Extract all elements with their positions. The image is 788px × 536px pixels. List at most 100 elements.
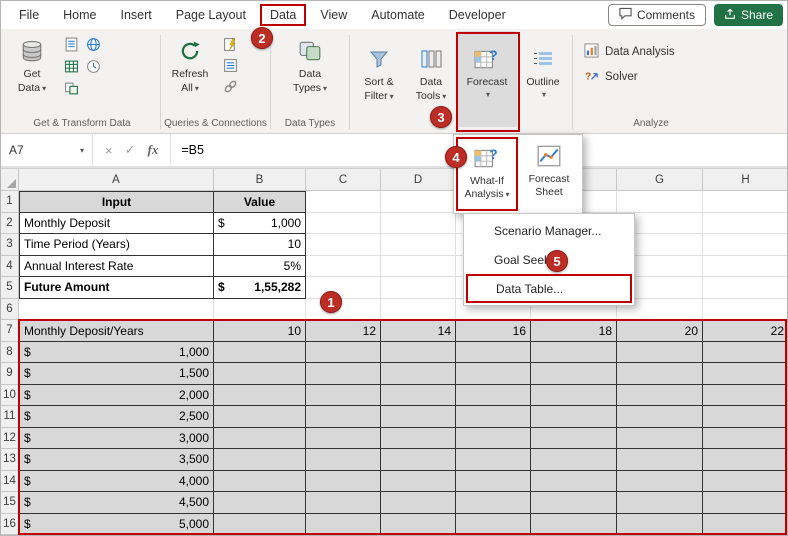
- cell-H4[interactable]: [703, 256, 788, 278]
- cell-D4[interactable]: [381, 256, 456, 278]
- cell-G7[interactable]: 20: [617, 320, 703, 342]
- cell-H13[interactable]: [703, 449, 788, 471]
- edit-links-button[interactable]: [220, 80, 240, 98]
- cell-D13[interactable]: [381, 449, 456, 471]
- share-button[interactable]: Share: [714, 4, 783, 26]
- cell-C15[interactable]: [306, 492, 381, 514]
- cell-D6[interactable]: [381, 299, 456, 321]
- row-header-15[interactable]: 15: [1, 492, 19, 514]
- cancel-icon[interactable]: ×: [105, 143, 113, 158]
- cell-H1[interactable]: [703, 191, 788, 213]
- cell-B12[interactable]: [214, 428, 306, 450]
- cell-B13[interactable]: [214, 449, 306, 471]
- cell-B1[interactable]: Value: [214, 191, 306, 213]
- cell-C5[interactable]: [306, 277, 381, 299]
- cell-E16[interactable]: [456, 514, 531, 536]
- cell-H2[interactable]: [703, 213, 788, 235]
- refresh-all-button[interactable]: Refresh All▾: [164, 33, 216, 95]
- cell-B6[interactable]: [214, 299, 306, 321]
- cell-G15[interactable]: [617, 492, 703, 514]
- enter-check-icon[interactable]: ✓: [125, 142, 136, 158]
- cell-D2[interactable]: [381, 213, 456, 235]
- cell-B15[interactable]: [214, 492, 306, 514]
- solver-button[interactable]: ? Solver: [584, 68, 675, 86]
- tab-automate[interactable]: Automate: [361, 4, 435, 26]
- cell-A10[interactable]: $2,000: [19, 385, 214, 407]
- cell-G8[interactable]: [617, 342, 703, 364]
- cell-A12[interactable]: $3,000: [19, 428, 214, 450]
- row-header-10[interactable]: 10: [1, 385, 19, 407]
- tab-insert[interactable]: Insert: [111, 4, 162, 26]
- cell-F16[interactable]: [531, 514, 617, 536]
- cell-H6[interactable]: [703, 299, 788, 321]
- cell-B11[interactable]: [214, 406, 306, 428]
- cell-D5[interactable]: [381, 277, 456, 299]
- cell-C6[interactable]: [306, 299, 381, 321]
- cell-D3[interactable]: [381, 234, 456, 256]
- cell-E15[interactable]: [456, 492, 531, 514]
- cell-E14[interactable]: [456, 471, 531, 493]
- cell-B14[interactable]: [214, 471, 306, 493]
- get-data-button[interactable]: Get Data▾: [7, 33, 57, 95]
- cell-H16[interactable]: [703, 514, 788, 536]
- column-header-A[interactable]: A: [19, 169, 214, 191]
- cell-A5[interactable]: Future Amount: [19, 277, 214, 299]
- select-all-corner[interactable]: [1, 169, 19, 191]
- column-header-D[interactable]: D: [381, 169, 456, 191]
- cell-E11[interactable]: [456, 406, 531, 428]
- cell-C2[interactable]: [306, 213, 381, 235]
- cell-G1[interactable]: [617, 191, 703, 213]
- cell-G10[interactable]: [617, 385, 703, 407]
- cell-H15[interactable]: [703, 492, 788, 514]
- menu-item-scenario-manager[interactable]: Scenario Manager...: [464, 216, 634, 245]
- cell-B16[interactable]: [214, 514, 306, 536]
- cell-H5[interactable]: [703, 277, 788, 299]
- cell-H12[interactable]: [703, 428, 788, 450]
- cell-C11[interactable]: [306, 406, 381, 428]
- cell-F10[interactable]: [531, 385, 617, 407]
- cell-E10[interactable]: [456, 385, 531, 407]
- cell-B5[interactable]: $1,55,282: [214, 277, 306, 299]
- sort-filter-button[interactable]: Sort & Filter▾: [353, 31, 405, 127]
- cell-D8[interactable]: [381, 342, 456, 364]
- cell-H8[interactable]: [703, 342, 788, 364]
- row-header-9[interactable]: 9: [1, 363, 19, 385]
- cell-A11[interactable]: $2,500: [19, 406, 214, 428]
- cell-C14[interactable]: [306, 471, 381, 493]
- cell-F7[interactable]: 18: [531, 320, 617, 342]
- cell-A15[interactable]: $4,500: [19, 492, 214, 514]
- cell-G11[interactable]: [617, 406, 703, 428]
- cell-H9[interactable]: [703, 363, 788, 385]
- row-header-2[interactable]: 2: [1, 213, 19, 235]
- cell-A14[interactable]: $4,000: [19, 471, 214, 493]
- cell-A7[interactable]: Monthly Deposit/Years: [19, 320, 214, 342]
- row-header-7[interactable]: 7: [1, 320, 19, 342]
- cell-G16[interactable]: [617, 514, 703, 536]
- row-header-5[interactable]: 5: [1, 277, 19, 299]
- queries-connections-button[interactable]: [220, 38, 240, 56]
- recent-sources-button[interactable]: [83, 60, 103, 78]
- row-header-8[interactable]: 8: [1, 342, 19, 364]
- outline-button[interactable]: Outline ▾: [517, 31, 569, 127]
- cell-B9[interactable]: [214, 363, 306, 385]
- row-header-16[interactable]: 16: [1, 514, 19, 536]
- row-header-13[interactable]: 13: [1, 449, 19, 471]
- cell-B3[interactable]: 10: [214, 234, 306, 256]
- cell-C12[interactable]: [306, 428, 381, 450]
- cell-C16[interactable]: [306, 514, 381, 536]
- tab-file[interactable]: File: [9, 4, 49, 26]
- cell-B4[interactable]: 5%: [214, 256, 306, 278]
- from-web-button[interactable]: [83, 38, 103, 56]
- cell-H3[interactable]: [703, 234, 788, 256]
- cell-B2[interactable]: $1,000: [214, 213, 306, 235]
- cell-A4[interactable]: Annual Interest Rate: [19, 256, 214, 278]
- data-analysis-button[interactable]: Data Analysis: [584, 43, 675, 61]
- cell-A1[interactable]: Input: [19, 191, 214, 213]
- cell-F12[interactable]: [531, 428, 617, 450]
- cell-F13[interactable]: [531, 449, 617, 471]
- cell-H14[interactable]: [703, 471, 788, 493]
- cell-C10[interactable]: [306, 385, 381, 407]
- row-header-14[interactable]: 14: [1, 471, 19, 493]
- cell-D16[interactable]: [381, 514, 456, 536]
- from-text-csv-button[interactable]: [61, 38, 81, 56]
